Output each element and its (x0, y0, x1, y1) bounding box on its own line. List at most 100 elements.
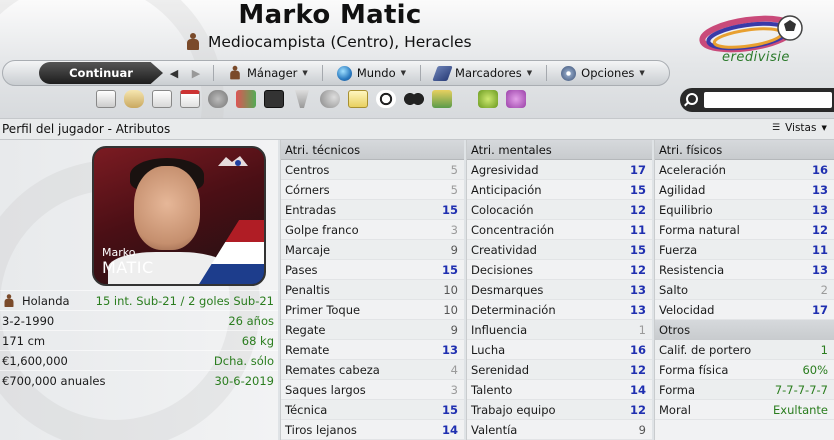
manager-icon (229, 65, 240, 80)
attribute-row[interactable]: Trabajo equipo 12 (467, 400, 652, 420)
menu-manager[interactable]: Mánager ▼ (220, 64, 316, 82)
attribute-value: 13 (629, 302, 646, 317)
attribute-row[interactable]: Agresividad 17 (467, 160, 652, 180)
attribute-value: 12 (629, 262, 646, 277)
attribute-row[interactable]: Córners 5 (281, 180, 464, 200)
divider (321, 65, 323, 81)
attribute-row[interactable]: Tiros lejanos 14 (281, 420, 464, 440)
attribute-row[interactable]: Centros 5 (281, 160, 464, 180)
attribute-row[interactable]: Serenidad 12 (467, 360, 652, 380)
attribute-value: 10 (443, 302, 458, 317)
attribute-row[interactable]: Equilibrio 13 (655, 200, 834, 220)
menu-options[interactable]: Opciones ▼ (553, 65, 653, 81)
scout-icon[interactable] (320, 90, 340, 108)
attribute-row[interactable]: Desmarques 13 (467, 280, 652, 300)
attribute-value: 12 (811, 222, 828, 237)
attribute-label: Anticipación (471, 182, 542, 197)
binoculars-icon[interactable] (404, 90, 424, 108)
finances-icon[interactable] (432, 90, 452, 108)
calendar-icon[interactable] (180, 90, 200, 108)
attribute-row[interactable]: Marcaje 9 (281, 240, 464, 260)
help-advanced-icon[interactable] (506, 90, 526, 108)
inbox-icon[interactable] (124, 90, 144, 108)
attribute-value: 9 (638, 422, 646, 437)
attribute-row[interactable]: Aceleración 16 (655, 160, 834, 180)
attribute-label: Decisiones (471, 262, 534, 277)
menu-options-label: Opciones (581, 66, 635, 80)
attribute-row[interactable]: Penaltis 10 (281, 280, 464, 300)
attribute-row[interactable]: Agilidad 13 (655, 180, 834, 200)
attribute-label: Tiros lejanos (285, 422, 357, 437)
attribute-row[interactable]: Calif. de portero 1 (655, 340, 834, 360)
attribute-value: 14 (441, 422, 458, 437)
logo-text: eredivisie (722, 50, 790, 65)
attribute-row[interactable]: Forma 7-7-7-7-7 (655, 380, 834, 400)
attribute-label: Córners (285, 182, 330, 197)
forward-arrow-icon[interactable]: ▶ (185, 67, 207, 80)
attribute-row[interactable]: Moral Exultante (655, 400, 834, 420)
tactics-icon[interactable] (264, 90, 284, 108)
squad-icon[interactable] (152, 90, 172, 108)
transfers-icon[interactable] (236, 90, 256, 108)
attribute-label: Forma natural (659, 222, 740, 237)
main-toolbar: Continuar ◀ ▶ Mánager ▼ Mundo ▼ Marcador… (2, 60, 670, 86)
attribute-row[interactable]: Remate 13 (281, 340, 464, 360)
attribute-row[interactable]: Determinación 13 (467, 300, 652, 320)
attribute-value: 10 (443, 282, 458, 297)
attribute-row[interactable]: Entradas 15 (281, 200, 464, 220)
attribute-row[interactable]: Regate 9 (281, 320, 464, 340)
notes-icon[interactable] (348, 90, 368, 108)
attribute-row[interactable]: Fuerza 11 (655, 240, 834, 260)
attribute-row[interactable]: Talento 14 (467, 380, 652, 400)
attribute-row[interactable]: Colocación 12 (467, 200, 652, 220)
attribute-row[interactable]: Salto 2 (655, 280, 834, 300)
attribute-row[interactable]: Concentración 11 (467, 220, 652, 240)
attribute-value: 17 (811, 302, 828, 317)
menu-bookmarks[interactable]: Marcadores ▼ (427, 65, 540, 81)
attribute-row[interactable]: Forma física 60% (655, 360, 834, 380)
continue-button[interactable]: Continuar (39, 62, 163, 84)
market-value: €1,600,000 (2, 353, 68, 368)
attribute-row[interactable]: Resistencia 13 (655, 260, 834, 280)
attribute-label: Centros (285, 162, 330, 177)
attribute-row[interactable]: Influencia 1 (467, 320, 652, 340)
attribute-label: Técnica (285, 402, 328, 417)
attribute-row[interactable]: Pases 15 (281, 260, 464, 280)
search-icon[interactable] (680, 90, 704, 110)
attribute-row[interactable]: Decisiones 12 (467, 260, 652, 280)
height: 171 cm (2, 333, 46, 348)
attribute-row[interactable]: Técnica 15 (281, 400, 464, 420)
views-button[interactable]: ☰ Vistas ▼ (772, 122, 827, 134)
player-card: Marko MATIC (92, 146, 266, 286)
attribute-label: Serenidad (471, 362, 530, 377)
divider (546, 65, 548, 81)
help-icon[interactable] (478, 90, 498, 108)
attribute-row[interactable]: Forma natural 12 (655, 220, 834, 240)
mental-list: Agresividad 17 Anticipación 15 Colocación 12 C… (467, 160, 652, 440)
size-row: 171 cm 68 kg (0, 330, 278, 350)
attribute-row[interactable]: Lucha 16 (467, 340, 652, 360)
attribute-row[interactable]: Anticipación 15 (467, 180, 652, 200)
search-input[interactable] (704, 92, 832, 108)
attribute-value: 4 (450, 362, 458, 377)
attribute-row[interactable]: Golpe franco 3 (281, 220, 464, 240)
back-arrow-icon[interactable]: ◀ (163, 67, 185, 80)
attribute-label: Remates cabeza (285, 362, 380, 377)
weight: 68 kg (241, 333, 274, 348)
menu-world[interactable]: Mundo ▼ (329, 65, 414, 81)
trophy-icon[interactable] (295, 90, 309, 108)
attribute-row[interactable]: Velocidad 17 (655, 300, 834, 320)
attribute-row[interactable]: Creatividad 15 (467, 240, 652, 260)
attribute-value: 5 (450, 182, 458, 197)
staff-icon[interactable] (208, 90, 228, 108)
attribute-row[interactable]: Primer Toque 10 (281, 300, 464, 320)
attribute-row[interactable]: Saques largos 3 (281, 380, 464, 400)
attribute-row[interactable]: Remates cabeza 4 (281, 360, 464, 380)
attribute-row[interactable]: Valentía 9 (467, 420, 652, 440)
attribute-value: 15 (629, 242, 646, 257)
attribute-label: Agresividad (471, 162, 539, 177)
match-icon[interactable] (376, 90, 396, 108)
player-info-panel: Marko MATIC Holanda 15 int. Sub-21 / 2 g… (0, 140, 278, 440)
home-icon[interactable] (96, 90, 116, 108)
